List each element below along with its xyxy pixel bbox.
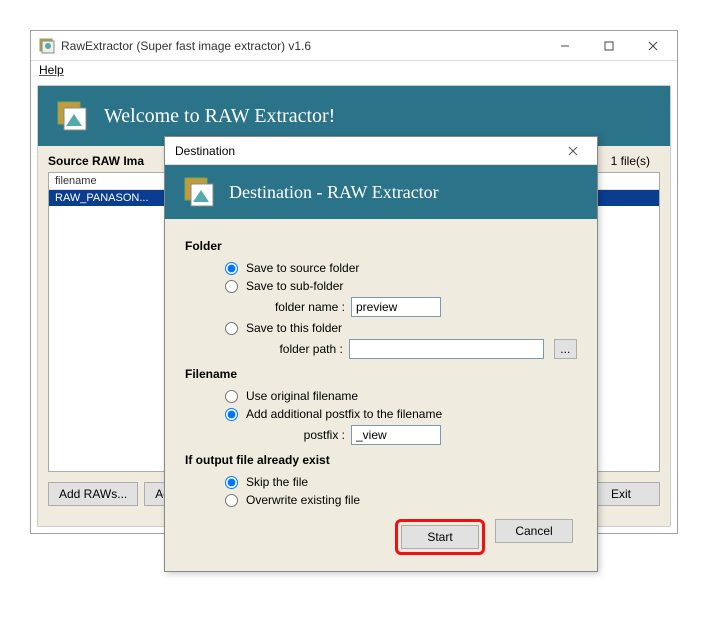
dialog-banner-text: Destination - RAW Extractor [229, 182, 439, 203]
welcome-text: Welcome to RAW Extractor! [104, 105, 335, 128]
radio-overwrite[interactable] [225, 494, 238, 507]
dialog-title: Destination [175, 144, 553, 158]
dialog-body: Folder Save to source folder Save to sub… [165, 219, 597, 571]
radio-save-this-label: Save to this folder [246, 321, 342, 335]
maximize-button[interactable] [587, 32, 631, 60]
destination-dialog: Destination Destination - RAW Extractor … [164, 136, 598, 572]
postfix-input[interactable] [351, 425, 441, 445]
postfix-label: postfix : [265, 428, 345, 442]
radio-postfix[interactable] [225, 408, 238, 421]
radio-overwrite-label: Overwrite existing file [246, 493, 360, 507]
app-icon [183, 176, 215, 208]
app-icon [39, 38, 55, 54]
start-highlight: Start [395, 519, 485, 555]
minimize-button[interactable] [543, 32, 587, 60]
dialog-close-button[interactable] [553, 138, 593, 164]
file-count: 1 file(s) [611, 154, 660, 168]
folder-group-label: Folder [185, 239, 577, 253]
radio-save-sub[interactable] [225, 280, 238, 293]
main-window: RawExtractor (Super fast image extractor… [30, 30, 678, 534]
folder-name-label: folder name : [265, 300, 345, 314]
cancel-button[interactable]: Cancel [495, 519, 573, 543]
close-button[interactable] [631, 32, 675, 60]
radio-postfix-label: Add additional postfix to the filename [246, 407, 442, 421]
folder-path-input[interactable] [349, 339, 544, 359]
browse-button[interactable]: ... [554, 339, 577, 359]
exist-group-label: If output file already exist [185, 453, 577, 467]
menu-bar: Help [31, 61, 677, 79]
titlebar: RawExtractor (Super fast image extractor… [31, 31, 677, 61]
add-raws-button[interactable]: Add RAWs... [48, 482, 138, 506]
radio-save-source-label: Save to source folder [246, 261, 359, 275]
start-button[interactable]: Start [401, 525, 479, 549]
radio-skip-label: Skip the file [246, 475, 308, 489]
folder-name-input[interactable] [351, 297, 441, 317]
dialog-titlebar: Destination [165, 137, 597, 165]
app-icon [56, 100, 88, 132]
folder-path-label: folder path : [265, 342, 343, 356]
filename-group-label: Filename [185, 367, 577, 381]
radio-skip[interactable] [225, 476, 238, 489]
window-title: RawExtractor (Super fast image extractor… [61, 39, 543, 53]
radio-original-filename[interactable] [225, 390, 238, 403]
dialog-banner: Destination - RAW Extractor [165, 165, 597, 219]
menu-help[interactable]: Help [39, 63, 64, 77]
radio-original-filename-label: Use original filename [246, 389, 358, 403]
radio-save-source[interactable] [225, 262, 238, 275]
radio-save-sub-label: Save to sub-folder [246, 279, 343, 293]
radio-save-this[interactable] [225, 322, 238, 335]
